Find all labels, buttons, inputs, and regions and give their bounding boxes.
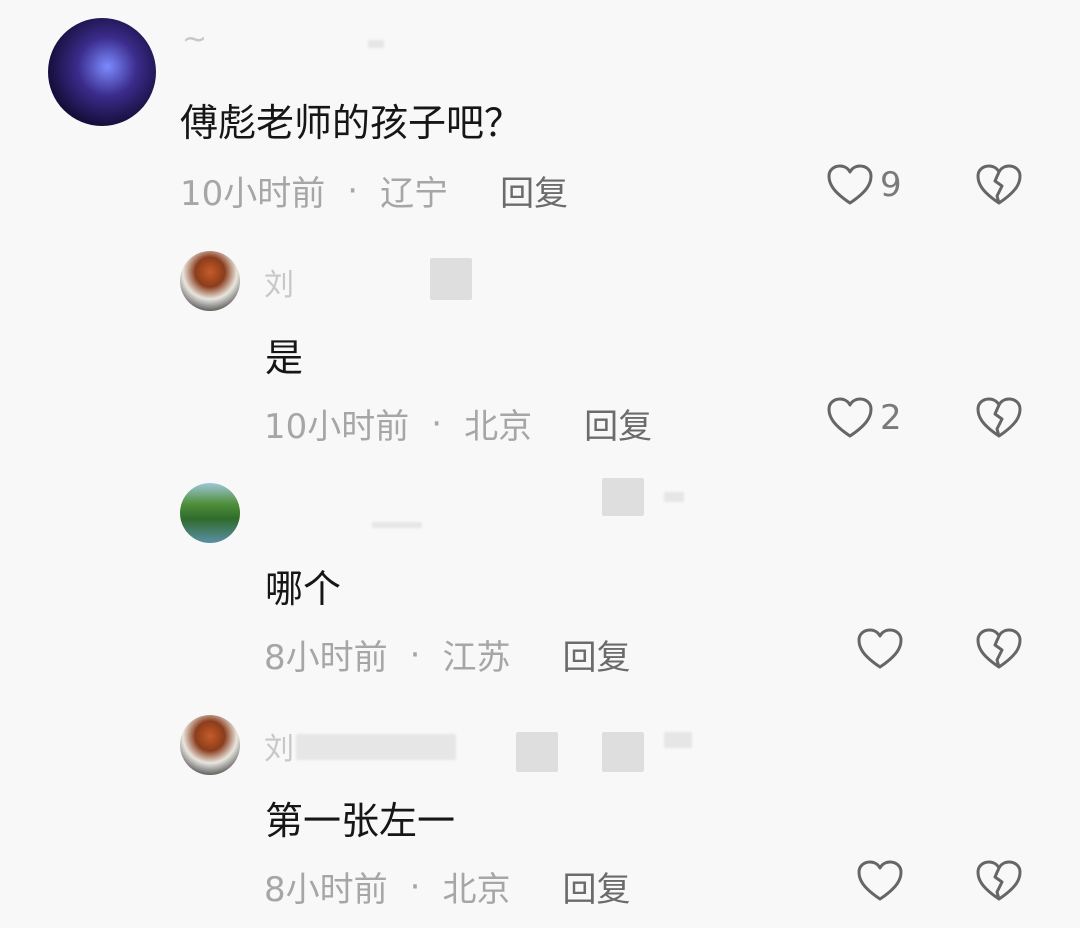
dislike-button[interactable] bbox=[975, 859, 1023, 903]
comment-text: 傅彪老师的孩子吧？ bbox=[180, 101, 523, 145]
redacted-username bbox=[372, 522, 422, 528]
comment-location: 辽宁 bbox=[380, 174, 449, 214]
comment-text: 是 bbox=[265, 336, 304, 380]
like-button[interactable] bbox=[856, 859, 910, 903]
meta-separator: · bbox=[431, 403, 443, 444]
reply-button[interactable]: 回复 bbox=[562, 630, 630, 679]
reply-button[interactable]: 回复 bbox=[562, 862, 630, 911]
redacted-username bbox=[602, 732, 644, 772]
heart-icon bbox=[856, 627, 904, 671]
heart-icon bbox=[826, 396, 874, 440]
comment-username[interactable]: ~ bbox=[182, 22, 209, 57]
comment-time: 10小时前 bbox=[264, 407, 410, 447]
meta-separator: · bbox=[409, 634, 421, 675]
comment-location: 江苏 bbox=[442, 638, 511, 678]
redacted-username bbox=[368, 40, 384, 48]
comment-time: 8小时前 bbox=[264, 638, 388, 678]
like-button[interactable]: 9 bbox=[826, 163, 902, 207]
like-button[interactable] bbox=[856, 627, 910, 671]
comment-text: 第一张左一 bbox=[265, 799, 456, 843]
comment-location: 北京 bbox=[464, 407, 533, 447]
heart-icon bbox=[826, 163, 874, 207]
avatar[interactable] bbox=[48, 18, 156, 126]
comment-meta: 10小时前 · 北京 回复 bbox=[264, 399, 652, 448]
comment-text: 哪个 bbox=[265, 567, 342, 611]
dislike-button[interactable] bbox=[975, 396, 1023, 440]
broken-heart-icon bbox=[975, 163, 1023, 207]
avatar[interactable] bbox=[180, 715, 240, 775]
broken-heart-icon bbox=[975, 396, 1023, 440]
meta-separator: · bbox=[409, 866, 421, 907]
comment-username[interactable]: 刘 bbox=[264, 724, 296, 768]
like-count: 2 bbox=[880, 398, 902, 438]
redacted-username bbox=[664, 492, 684, 502]
redacted-username bbox=[664, 732, 692, 748]
dislike-button[interactable] bbox=[975, 627, 1023, 671]
meta-separator: · bbox=[347, 170, 359, 211]
redacted-username bbox=[296, 734, 456, 760]
dislike-button[interactable] bbox=[975, 163, 1023, 207]
avatar[interactable] bbox=[180, 251, 240, 311]
comment-time: 10小时前 bbox=[180, 174, 326, 214]
comment-username[interactable]: 刘 bbox=[264, 260, 296, 304]
broken-heart-icon bbox=[975, 859, 1023, 903]
heart-icon bbox=[856, 859, 904, 903]
comment-location: 北京 bbox=[442, 870, 511, 910]
redacted-username bbox=[602, 478, 644, 516]
comment-meta: 8小时前 · 江苏 回复 bbox=[264, 630, 630, 679]
reply-button[interactable]: 回复 bbox=[584, 399, 652, 448]
reply-button[interactable]: 回复 bbox=[500, 166, 568, 215]
redacted-username bbox=[430, 258, 472, 300]
like-count: 9 bbox=[880, 165, 902, 205]
like-button[interactable]: 2 bbox=[826, 396, 902, 440]
comment-meta: 10小时前 · 辽宁 回复 bbox=[180, 166, 568, 215]
broken-heart-icon bbox=[975, 627, 1023, 671]
comment-meta: 8小时前 · 北京 回复 bbox=[264, 862, 630, 911]
comment-time: 8小时前 bbox=[264, 870, 388, 910]
redacted-username bbox=[516, 732, 558, 772]
avatar[interactable] bbox=[180, 483, 240, 543]
